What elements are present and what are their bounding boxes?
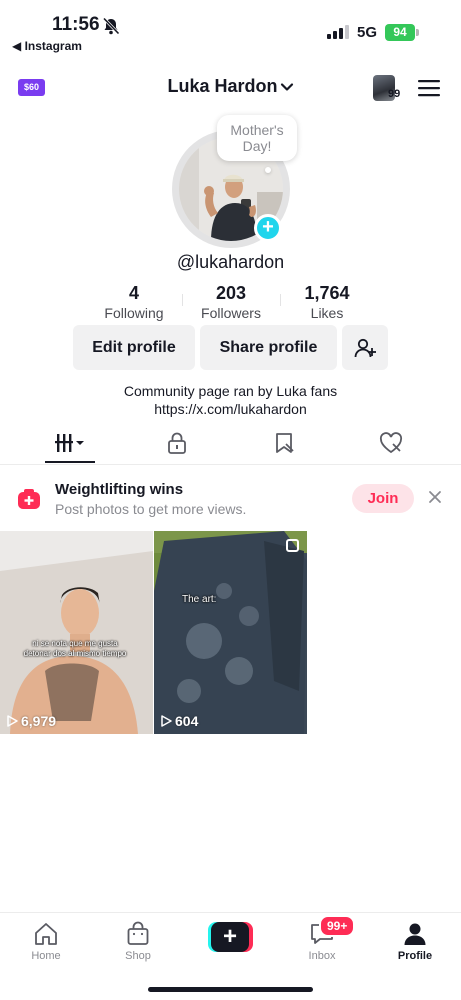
video-thumbnail-image	[0, 531, 153, 734]
challenge-banner[interactable]: Weightlifting wins Post photos to get mo…	[0, 466, 461, 529]
status-bar: 11:56 ◀ Instagram 5G 94	[0, 0, 461, 58]
close-icon[interactable]	[428, 490, 442, 504]
edit-profile-button[interactable]: Edit profile	[73, 325, 195, 370]
person-icon	[404, 923, 426, 945]
back-to-app-link[interactable]: ◀ Instagram	[12, 39, 82, 53]
nav-home[interactable]: Home	[11, 921, 81, 962]
add-photo-icon	[18, 489, 40, 509]
bell-muted-icon	[102, 17, 120, 35]
video-caption: The art:	[182, 594, 217, 605]
nav-shop[interactable]: Shop	[103, 921, 173, 962]
stat-likes[interactable]: 1,764 Likes	[277, 283, 377, 321]
create-button[interactable]: +	[208, 922, 253, 952]
play-icon	[7, 715, 18, 727]
home-icon	[35, 923, 57, 945]
tab-reposts[interactable]	[265, 432, 305, 456]
username-label: Luka Hardon	[167, 76, 278, 96]
video-thumbnail[interactable]: ni se nota que me gusta detonar dos al m…	[0, 531, 153, 734]
tab-videos[interactable]	[50, 432, 90, 456]
banner-title: Weightlifting wins	[55, 481, 184, 498]
join-button[interactable]: Join	[352, 484, 414, 513]
nav-label: Shop	[125, 950, 151, 962]
status-time: 11:56	[52, 14, 100, 35]
tab-private[interactable]	[157, 432, 197, 456]
profile-bio: Community page ran by Luka fans https://…	[0, 382, 461, 418]
battery-level: 94	[385, 24, 415, 41]
stat-followers[interactable]: 203 Followers	[181, 283, 281, 321]
profile-header: $60 Luka Hardon 99	[0, 66, 461, 110]
profile-handle: @lukahardon	[176, 252, 285, 272]
profile-tabs	[0, 424, 461, 465]
banner-subtitle: Post photos to get more views.	[55, 501, 247, 517]
video-thumbnail-image	[154, 531, 307, 734]
nav-label: Home	[31, 950, 61, 962]
plus-icon: +	[211, 922, 249, 952]
repost-icon	[276, 433, 294, 453]
shopping-bag-icon	[127, 921, 149, 945]
share-profile-button[interactable]: Share profile	[200, 325, 337, 370]
home-indicator	[148, 987, 313, 992]
view-count-value: 6,979	[21, 713, 57, 729]
story-view-count: 99	[388, 88, 401, 100]
view-count: 6,979	[6, 713, 56, 729]
battery-icon: 94	[385, 24, 419, 41]
videos-grid-icon	[55, 434, 84, 452]
bio-text: Community page ran by Luka fans	[123, 383, 338, 399]
profile-note[interactable]: Mother's Day!	[217, 115, 297, 161]
liked-heart-icon	[379, 432, 403, 454]
stat-label: Following	[104, 305, 164, 321]
profile-stats: 4 Following 203 Followers 1,764 Likes	[0, 283, 461, 323]
stat-label: Likes	[310, 305, 344, 321]
bio-link[interactable]: https://x.com/lukahardon	[0, 400, 461, 418]
add-story-button[interactable]: +	[254, 214, 282, 242]
nav-label: Profile	[397, 950, 433, 962]
view-count-value: 604	[175, 713, 199, 729]
note-bubble-tail	[265, 167, 271, 173]
add-user-icon	[354, 338, 376, 358]
video-caption: ni se nota que me gusta detonar dos al m…	[23, 639, 127, 658]
nav-profile[interactable]: Profile	[380, 921, 450, 962]
stat-label: Followers	[201, 305, 261, 321]
tab-liked[interactable]	[371, 432, 411, 456]
video-thumbnail[interactable]: The art: 604	[154, 531, 307, 734]
stat-following[interactable]: 4 Following	[84, 283, 184, 321]
active-tab-indicator	[45, 461, 95, 463]
photo-carousel-icon	[286, 539, 299, 552]
stat-value: 203	[215, 283, 247, 303]
stat-value: 1,764	[304, 283, 350, 303]
lock-icon	[168, 432, 186, 454]
play-icon	[161, 715, 172, 727]
chevron-down-icon	[280, 83, 293, 91]
network-type: 5G	[357, 24, 378, 41]
hamburger-menu-icon[interactable]	[418, 79, 440, 97]
signal-icon	[327, 25, 349, 39]
nav-label: Inbox	[308, 950, 336, 962]
add-friends-button[interactable]	[342, 325, 388, 370]
inbox-badge: 99+	[319, 915, 356, 937]
view-count: 604	[160, 713, 198, 729]
stat-value: 4	[128, 283, 139, 303]
